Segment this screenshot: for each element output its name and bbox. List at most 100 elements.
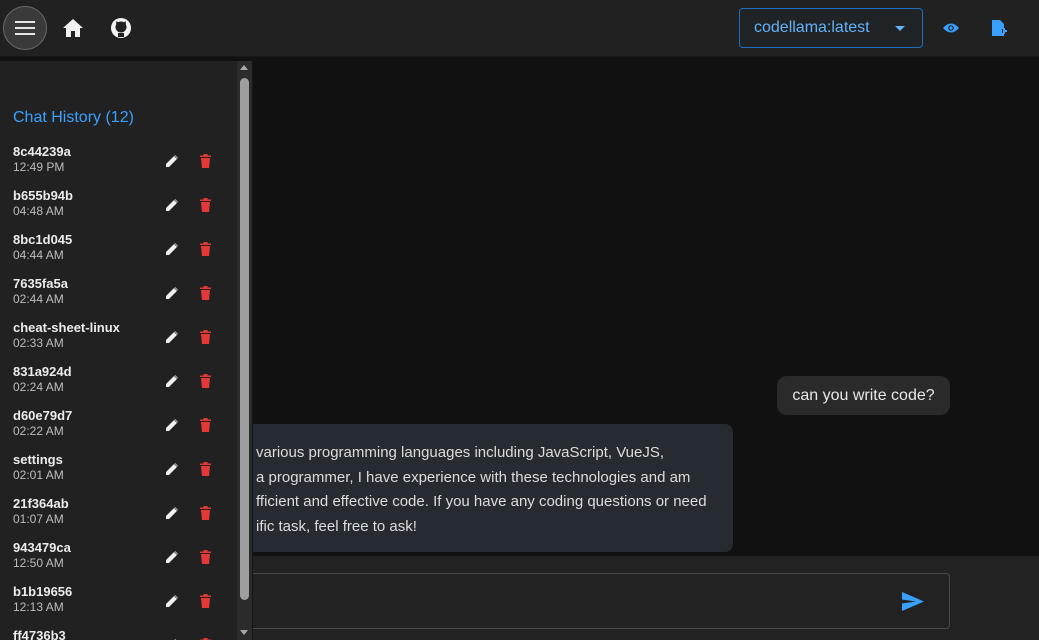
chat-history-item[interactable]: 7635fa5a 02:44 AM [0,276,236,320]
github-icon [111,18,131,38]
delete-button[interactable] [194,590,216,612]
model-select[interactable]: codellama:latest [739,8,923,48]
chat-time: 12:13 AM [13,600,64,614]
chat-name: 831a924d [13,364,72,379]
chat-time: 04:48 AM [13,204,64,218]
model-select-value: codellama:latest [754,19,870,36]
chat-time: 01:07 AM [13,512,64,526]
chat-time: 02:24 AM [13,380,64,394]
chevron-down-icon [895,26,905,31]
trash-icon [199,286,211,300]
trash-icon [199,462,211,476]
assistant-message-line: a programmer, I have experience with the… [256,468,691,486]
chat-time: 02:33 AM [13,336,64,350]
chat-name: b655b94b [13,188,73,203]
trash-icon [199,550,211,564]
chat-history-item[interactable]: 21f364ab 01:07 AM [0,496,236,540]
pencil-icon [166,331,178,343]
delete-button[interactable] [194,150,216,172]
user-message-text: can you write code? [792,386,935,404]
delete-button[interactable] [194,634,216,640]
assistant-message-line: fficient and effective code. If you have… [256,493,707,510]
edit-button[interactable] [161,282,183,304]
menu-icon [15,21,35,35]
chat-history-item[interactable]: 831a924d 02:24 AM [0,364,236,408]
chat-history-item[interactable]: cheat-sheet-linux 02:33 AM [0,320,236,364]
pencil-icon [166,375,178,387]
message-input[interactable] [221,574,881,628]
delete-button[interactable] [194,282,216,304]
chat-history-item[interactable]: ff4736b3 [0,628,236,640]
send-button[interactable] [895,585,931,617]
assistant-message-bubble: various programming languages including … [200,424,733,552]
chat-history-item[interactable]: 8c44239a 12:49 PM [0,144,236,188]
edit-button[interactable] [161,634,183,640]
delete-button[interactable] [194,458,216,480]
chat-history-item[interactable]: b655b94b 04:48 AM [0,188,236,232]
edit-button[interactable] [161,326,183,348]
assistant-message-line: various programming languages including … [256,444,664,461]
eye-icon [943,23,959,33]
scrollbar-thumb[interactable] [240,78,249,600]
edit-button[interactable] [161,414,183,436]
pencil-icon [166,419,178,431]
edit-button[interactable] [161,370,183,392]
send-icon [902,591,924,611]
chat-name: b1b19656 [13,584,73,599]
trash-icon [199,154,211,168]
delete-button[interactable] [194,502,216,524]
chat-history-item[interactable]: b1b19656 12:13 AM [0,584,236,628]
chat-name: d60e79d7 [13,408,73,423]
chat-name: 8c44239a [13,144,71,159]
chat-name: cheat-sheet-linux [13,320,120,335]
github-button[interactable] [101,8,141,48]
pencil-icon [166,463,178,475]
pencil-icon [166,595,178,607]
trash-icon [199,506,211,520]
edit-button[interactable] [161,590,183,612]
file-plus-icon [992,20,1007,36]
delete-button[interactable] [194,326,216,348]
trash-icon [199,198,211,212]
chat-name: settings [13,452,63,467]
chat-time: 04:44 AM [13,248,64,262]
chat-history-item[interactable]: 8bc1d045 04:44 AM [0,232,236,276]
message-input-field [200,573,950,629]
trash-icon [199,374,211,388]
pencil-icon [166,551,178,563]
preview-button[interactable] [931,8,971,48]
edit-button[interactable] [161,194,183,216]
pencil-icon [166,243,178,255]
chat-time: 12:50 AM [13,556,64,570]
delete-button[interactable] [194,194,216,216]
delete-button[interactable] [194,546,216,568]
drawer-scrollbar[interactable] [237,61,252,640]
delete-button[interactable] [194,370,216,392]
chat-time: 02:01 AM [13,468,64,482]
menu-button[interactable] [3,6,47,50]
scroll-down-arrow-icon[interactable] [240,630,248,635]
trash-icon [199,330,211,344]
delete-button[interactable] [194,414,216,436]
chat-history-title: Chat History (12) [13,109,134,126]
edit-button[interactable] [161,238,183,260]
new-file-button[interactable] [979,8,1019,48]
trash-icon [199,594,211,608]
scroll-up-arrow-icon[interactable] [240,65,248,70]
chat-name: 8bc1d045 [13,232,73,247]
home-button[interactable] [53,8,93,48]
chat-time: 02:22 AM [13,424,64,438]
pencil-icon [166,155,178,167]
edit-button[interactable] [161,150,183,172]
chat-history-item[interactable]: settings 02:01 AM [0,452,236,496]
trash-icon [199,242,211,256]
chat-name: 943479ca [13,540,71,555]
edit-button[interactable] [161,458,183,480]
chat-history-drawer: Chat History (12) 8c44239a 12:49 PM b655… [0,61,253,640]
trash-icon [199,418,211,432]
chat-history-item[interactable]: 943479ca 12:50 AM [0,540,236,584]
delete-button[interactable] [194,238,216,260]
edit-button[interactable] [161,546,183,568]
chat-history-item[interactable]: d60e79d7 02:22 AM [0,408,236,452]
edit-button[interactable] [161,502,183,524]
